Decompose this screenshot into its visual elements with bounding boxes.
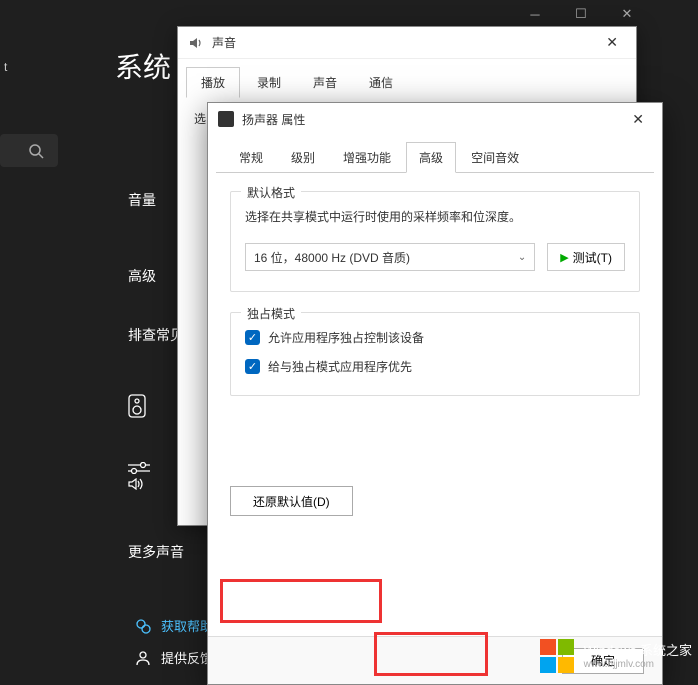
tab-levels[interactable]: 级别 — [278, 142, 328, 173]
restore-defaults-button[interactable]: 还原默认值(D) — [230, 486, 353, 516]
sidebar-item-volume[interactable]: 音量 — [128, 190, 156, 210]
sound-dialog-titlebar: 声音 ✕ — [178, 27, 636, 59]
sidebar-item-troubleshoot[interactable]: 排查常见 — [128, 325, 184, 345]
sound-dialog-tabs: 播放 录制 声音 通信 — [178, 59, 636, 98]
search-input[interactable] — [0, 134, 58, 167]
sidebar-item-devices[interactable] — [128, 394, 146, 418]
watermark-line1: Windows 系统之家 — [584, 643, 692, 659]
tab-general[interactable]: 常规 — [226, 142, 276, 173]
sliders-icon — [128, 462, 150, 474]
close-button[interactable]: ✕ — [604, 0, 650, 28]
help-link[interactable]: 获取帮助 — [135, 616, 213, 635]
speaker-dialog-title: 扬声器 属性 — [242, 111, 305, 128]
sidebar-item-mixer[interactable] — [128, 462, 150, 490]
sound-dialog-close[interactable]: ✕ — [598, 30, 626, 55]
restore-defaults-label: 还原默认值(D) — [253, 493, 330, 510]
tab-communications[interactable]: 通信 — [354, 67, 408, 98]
sound-icon — [188, 35, 204, 51]
window-controls: ─ ☐ ✕ — [512, 0, 650, 28]
help-icon — [135, 618, 151, 634]
speaker-dialog-titlebar: 扬声器 属性 ✕ — [208, 103, 662, 135]
tab-spatial[interactable]: 空间音效 — [458, 142, 532, 173]
help-label: 获取帮助 — [161, 616, 213, 635]
format-select-value: 16 位，48000 Hz (DVD 音质) — [254, 249, 410, 266]
checkbox-allow-exclusive[interactable]: ✓ 允许应用程序独占控制该设备 — [245, 329, 625, 346]
speaker-dialog-icon — [218, 111, 234, 127]
volume-icon — [128, 478, 144, 490]
speaker-dialog-close[interactable]: ✕ — [624, 107, 652, 132]
feedback-icon — [135, 650, 151, 666]
tab-advanced[interactable]: 高级 — [406, 142, 456, 173]
tab-playback[interactable]: 播放 — [186, 67, 240, 98]
test-button-label: 测试(T) — [573, 249, 612, 266]
maximize-button[interactable]: ☐ — [558, 0, 604, 28]
default-format-title: 默认格式 — [241, 184, 301, 201]
checkbox-allow-exclusive-label: 允许应用程序独占控制该设备 — [268, 329, 424, 346]
checkbox-exclusive-priority-label: 给与独占模式应用程序优先 — [268, 358, 412, 375]
tab-recording[interactable]: 录制 — [242, 67, 296, 98]
default-format-group: 默认格式 选择在共享模式中运行时使用的采样频率和位深度。 16 位，48000 … — [230, 191, 640, 292]
test-button[interactable]: ▶ 测试(T) — [547, 243, 625, 271]
speaker-properties-dialog: 扬声器 属性 ✕ 常规 级别 增强功能 高级 空间音效 默认格式 选择在共享模式… — [207, 102, 663, 685]
windows-logo-icon — [540, 639, 576, 675]
sound-body-text: 选 — [194, 112, 206, 126]
tab-sounds[interactable]: 声音 — [298, 67, 352, 98]
speaker-dialog-tabs: 常规 级别 增强功能 高级 空间音效 — [216, 135, 654, 173]
sound-dialog-title: 声音 — [212, 34, 236, 51]
speaker-dialog-body: 默认格式 选择在共享模式中运行时使用的采样频率和位深度。 16 位，48000 … — [208, 173, 662, 534]
page-title: 系统 — [115, 46, 171, 86]
feedback-label: 提供反馈 — [161, 648, 213, 667]
format-select[interactable]: 16 位，48000 Hz (DVD 音质) ⌄ — [245, 243, 535, 271]
checkbox-icon: ✓ — [245, 330, 260, 345]
feedback-link[interactable]: 提供反馈 — [135, 648, 213, 667]
checkbox-exclusive-priority[interactable]: ✓ 给与独占模式应用程序优先 — [245, 358, 625, 375]
account-label: t — [4, 60, 7, 74]
chevron-down-icon: ⌄ — [518, 252, 526, 263]
exclusive-mode-group: 独占模式 ✓ 允许应用程序独占控制该设备 ✓ 给与独占模式应用程序优先 — [230, 312, 640, 396]
checkbox-icon: ✓ — [245, 359, 260, 374]
sidebar-section-advanced: 高级 — [128, 266, 156, 286]
play-icon: ▶ — [560, 251, 568, 264]
sidebar-item-more-sound[interactable]: 更多声音 — [128, 542, 184, 562]
search-icon — [28, 143, 44, 159]
watermark-line2: www.bjjmlv.com — [584, 659, 692, 671]
exclusive-mode-title: 独占模式 — [241, 305, 301, 322]
default-format-desc: 选择在共享模式中运行时使用的采样频率和位深度。 — [245, 208, 625, 225]
minimize-button[interactable]: ─ — [512, 0, 558, 28]
watermark: Windows 系统之家 www.bjjmlv.com — [540, 639, 692, 675]
speaker-device-icon — [128, 394, 146, 418]
tab-enhancements[interactable]: 增强功能 — [330, 142, 404, 173]
